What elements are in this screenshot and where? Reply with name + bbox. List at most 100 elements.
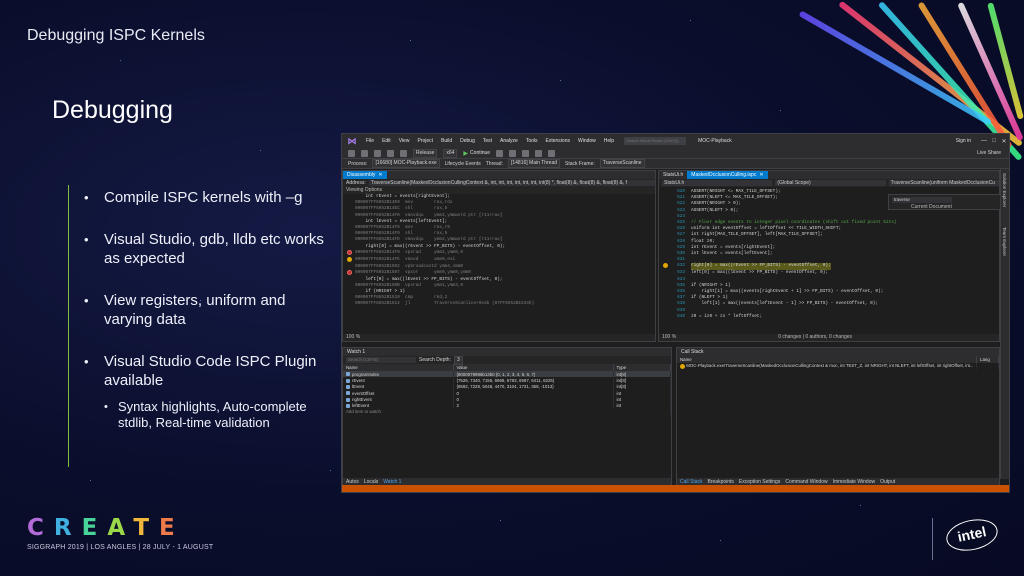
scope-select[interactable]: (Global Scope) <box>775 180 886 186</box>
visual-studio-icon: ⋈ <box>347 136 357 146</box>
menu-bar: ⋈ File Edit View Project Build Debug Tes… <box>342 134 1009 148</box>
menu-edit[interactable]: Edit <box>378 138 395 144</box>
disassembly-line[interactable]: 000007FF6652B14F9 vpsrad ymm2,ymm0,0 <box>343 249 655 257</box>
stack-frame-select[interactable]: TraverseScanline <box>599 159 645 168</box>
watch-name: rightEvent <box>352 396 372 402</box>
menu-build[interactable]: Build <box>437 138 456 144</box>
close-icon[interactable]: ✕ <box>759 172 763 178</box>
column-type[interactable]: Type <box>613 364 671 371</box>
menu-analyze[interactable]: Analyze <box>496 138 522 144</box>
column-value[interactable]: Value <box>453 364 614 371</box>
zoom-level[interactable]: 100 % <box>662 334 676 341</box>
file-select[interactable]: StatsUi.h <box>662 180 773 186</box>
window-title: MOC-Playback <box>698 138 732 144</box>
team-explorer-tab[interactable]: Team Explorer <box>1002 227 1007 256</box>
live-share-button[interactable]: Live Share <box>977 150 1001 156</box>
menu-debug[interactable]: Debug <box>456 138 479 144</box>
zoom-level[interactable]: 100 % <box>346 334 360 341</box>
column-name[interactable]: Name <box>677 356 977 363</box>
process-select[interactable]: [16680] MOC-Playback.exe <box>372 159 440 168</box>
stop-icon[interactable] <box>509 149 517 157</box>
sub-bullet-item: Syntax highlights, Auto-complete stdlib,… <box>104 399 334 431</box>
watch-title-bar: Watch 1 <box>343 348 671 356</box>
column-lang[interactable]: Lang <box>976 356 999 363</box>
add-watch-row[interactable]: Add item to watch <box>343 408 671 416</box>
gutter[interactable] <box>343 256 355 264</box>
menu-window[interactable]: Window <box>574 138 600 144</box>
gutter[interactable] <box>659 314 671 320</box>
new-file-icon[interactable] <box>374 149 381 157</box>
variable-icon <box>346 397 350 402</box>
search-depth-label: Search Depth: <box>419 357 451 363</box>
call-stack-row[interactable]: MOC-Playback.exe!TraverseScanline(Masked… <box>677 363 999 370</box>
line-number: 640 <box>677 313 685 319</box>
footer-divider <box>932 518 933 560</box>
step-over-icon[interactable] <box>535 149 543 157</box>
bullet-item: Compile ISPC kernels with –g <box>82 188 334 207</box>
menu-view[interactable]: View <box>395 138 414 144</box>
continue-button[interactable]: ▶ Continue <box>463 150 490 157</box>
find-input[interactable]: traverse <box>892 197 952 203</box>
sub-bullet-list: Syntax highlights, Auto-complete stdlib,… <box>104 399 334 431</box>
minimize-button[interactable]: — <box>979 138 989 144</box>
tab-statsui[interactable]: StatsUi.h <box>659 171 687 179</box>
sign-in-link[interactable]: Sign in <box>956 138 971 144</box>
pause-icon[interactable] <box>496 149 504 157</box>
gutter[interactable] <box>343 269 355 277</box>
restart-icon[interactable] <box>522 149 530 157</box>
bullet-item: Visual Studio Code ISPC Plugin available… <box>82 352 334 431</box>
menu-project[interactable]: Project <box>413 138 437 144</box>
address-label: Address: <box>346 180 366 186</box>
menu-help[interactable]: Help <box>600 138 618 144</box>
back-icon[interactable] <box>348 149 355 157</box>
menu-test[interactable]: Test <box>479 138 496 144</box>
gutter[interactable] <box>659 263 671 270</box>
address-bar: Address: TraverseScanline(MaskedOcclusio… <box>343 179 655 187</box>
search-input[interactable] <box>624 137 687 145</box>
menu-tools[interactable]: Tools <box>522 138 542 144</box>
siggraph-caption: SIGGRAPH 2019 | LOS ANGLES | 28 JULY - 1… <box>27 544 214 551</box>
gutter[interactable] <box>343 301 355 307</box>
thread-select[interactable]: [14816] Main Thread <box>507 159 561 168</box>
maximize-button[interactable]: □ <box>989 138 999 144</box>
call-stack-pane: Call Stack Name Lang MOC-Playback.exe!Tr… <box>676 347 1000 487</box>
source-line[interactable]: 632 right[0] = max((rEvent >> FP_BITS) - … <box>659 263 999 271</box>
configuration-select[interactable]: Release <box>413 148 438 158</box>
menu-file[interactable]: File <box>362 138 378 144</box>
watch-search-bar: Search Depth: 3 <box>343 355 671 365</box>
save-icon[interactable] <box>387 149 394 157</box>
viewing-options-toggle[interactable]: Viewing Options <box>343 187 655 194</box>
add-watch-placeholder[interactable]: Add item to watch <box>343 408 671 416</box>
address-input[interactable]: TraverseScanline(MaskedOcclusionCullingC… <box>368 180 655 186</box>
tab-maskedocclusionculling[interactable]: MaskedOcclusionCulling.ispc ✕ <box>687 171 768 179</box>
watch-name: leftEvent <box>352 403 370 409</box>
gutter[interactable] <box>343 249 355 257</box>
watch-pane: Watch 1 Search Depth: 3 Name Value Type … <box>342 347 672 487</box>
close-icon[interactable]: ✕ <box>378 172 382 178</box>
find-scope-select[interactable]: Current Document <box>911 204 952 210</box>
breakpoint-icon[interactable] <box>346 269 352 275</box>
instruction-pointer-icon[interactable] <box>346 256 352 262</box>
lifecycle-events-button[interactable]: Lifecycle Events <box>445 161 481 167</box>
disassembly-code[interactable]: int rEvent = events[rightEvent]; 000007FF… <box>343 194 655 308</box>
column-name[interactable]: Name <box>343 364 454 371</box>
instruction-pointer-icon[interactable] <box>662 263 668 269</box>
codelens-changes[interactable]: 0 changes | 0 authors, 0 changes <box>778 334 852 341</box>
watch-search-input[interactable] <box>346 357 416 363</box>
logo-letter: R <box>53 515 82 541</box>
tab-disassembly[interactable]: Disassembly ✕ <box>343 171 387 179</box>
disassembly-line[interactable]: 000007FF6652B1507 vpxor ymm0,ymm0,ymm0 <box>343 269 655 277</box>
search-depth-select[interactable]: 3 <box>453 355 463 365</box>
undo-icon[interactable] <box>400 149 407 157</box>
member-select[interactable]: TraverseScanline(uniform MaskedOcclusion… <box>888 180 999 186</box>
breakpoint-icon[interactable] <box>346 249 352 255</box>
platform-select[interactable]: x64 <box>443 148 458 158</box>
solution-explorer-tab[interactable]: Solution Explorer <box>1002 173 1007 207</box>
menu-extensions[interactable]: Extensions <box>542 138 574 144</box>
source-line[interactable]: 640 z0 = iz0 + zx * leftOffset; <box>659 314 999 320</box>
disassembly-line[interactable]: 000007FF6652B14FE vmovd xmm0,esi <box>343 256 655 264</box>
disassembly-line[interactable]: 000007FF6652B1514 jl TraverseScanline+0x… <box>343 301 655 307</box>
step-into-icon[interactable] <box>548 149 556 157</box>
close-button[interactable]: ✕ <box>999 138 1009 145</box>
forward-icon[interactable] <box>361 149 368 157</box>
